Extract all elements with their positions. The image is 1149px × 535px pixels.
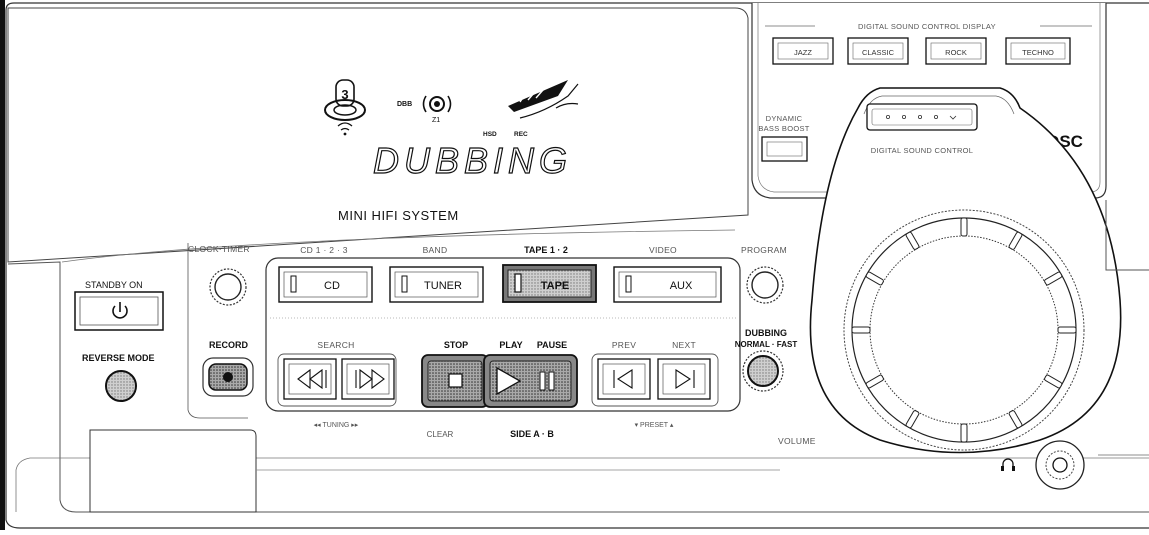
reverse-mode-label: REVERSE MODE (82, 353, 155, 363)
dbb-indicator: DBB (397, 101, 412, 108)
knob-grip (960, 217, 968, 237)
tuning-label: ◂◂ TUNING ▸▸ (314, 422, 359, 429)
surround-speaker-icon: Z1 (422, 95, 452, 124)
tuner-button-label: TUNER (424, 280, 462, 292)
volume-label: VOLUME (778, 436, 816, 446)
display-main-text: DUBBING (373, 140, 572, 181)
headphone-jack[interactable] (1035, 440, 1085, 490)
video-top-label: VIDEO (649, 245, 677, 255)
preset-classic-button[interactable]: CLASSIC (847, 37, 909, 65)
stop-button[interactable] (421, 354, 489, 408)
source-tape-button[interactable]: TAPE (502, 264, 597, 303)
next-button[interactable] (657, 358, 711, 400)
knob-grip (851, 326, 871, 334)
prev-button[interactable] (597, 358, 651, 400)
standby-label: STANDBY ON (85, 280, 143, 290)
search-forward-button[interactable] (341, 358, 395, 400)
dubbing-speed-label: NORMAL · FAST (735, 340, 798, 349)
product-label: MINI HIFI SYSTEM (338, 208, 459, 223)
hsd-indicator: HSD (483, 131, 497, 138)
tape-button-label: TAPE (541, 280, 570, 292)
record-dot-icon (223, 372, 233, 382)
bass-boost-label-1: DYNAMIC (766, 114, 803, 123)
record-label: RECORD (209, 340, 249, 350)
side-ab-label: SIDE A · B (510, 429, 554, 439)
prev-label: PREV (612, 340, 636, 350)
bass-boost-label-2: BASS BOOST (758, 124, 809, 133)
volume-knob[interactable] (843, 209, 1085, 451)
rec-indicator: REC (514, 131, 528, 138)
tape-reel-icon: 3 (324, 79, 366, 136)
svg-text:3: 3 (341, 87, 348, 102)
reverse-mode-button[interactable] (105, 370, 137, 402)
search-label: SEARCH (317, 340, 354, 350)
clock-timer-label: CLOCK·TIMER (188, 244, 250, 254)
aux-button-label: AUX (670, 280, 693, 292)
dubbing-button[interactable] (742, 350, 784, 392)
source-labels: CD 1 · 2 · 3 BAND TAPE 1 · 2 VIDEO (300, 245, 677, 255)
dsc-control-slider[interactable] (866, 103, 978, 131)
dsc-control-label: DIGITAL SOUND CONTROL (871, 146, 974, 155)
program-knob[interactable] (746, 266, 784, 304)
cd-button-label: CD (324, 280, 340, 292)
cd-top-label: CD 1 · 2 · 3 (300, 245, 348, 255)
record-button[interactable] (202, 357, 254, 397)
stop-icon (448, 373, 463, 388)
preset-rock-button[interactable]: ROCK (925, 37, 987, 65)
next-label: NEXT (672, 340, 696, 350)
clock-timer-knob[interactable] (209, 268, 247, 306)
headphone-icon (1001, 458, 1015, 471)
dsc-display-title: DIGITAL SOUND CONTROL DISPLAY (858, 22, 996, 31)
program-label: PROGRAM (741, 245, 787, 255)
dubbing-label: DUBBING (745, 328, 787, 338)
preset-techno-button[interactable]: TECHNO (1005, 37, 1071, 65)
bass-boost-button[interactable] (761, 136, 808, 162)
lcd-display: 3 DBB Z1 HSD REC DUBBING (324, 79, 579, 182)
play-label: PLAY (499, 340, 522, 350)
rock-label: ROCK (945, 48, 967, 57)
preset-label: ▾ PRESET ▴ (635, 422, 674, 429)
stop-label: STOP (444, 340, 468, 350)
band-top-label: BAND (423, 245, 448, 255)
level-meter-icon (508, 80, 579, 119)
techno-label: TECHNO (1022, 48, 1054, 57)
knob-grip (1057, 326, 1077, 334)
play-pause-button[interactable] (483, 354, 578, 408)
classic-label: CLASSIC (862, 48, 895, 57)
source-aux-button[interactable]: AUX (613, 266, 722, 303)
preset-jazz-button[interactable]: JAZZ (772, 37, 834, 65)
tape-top-label: TAPE 1 · 2 (524, 245, 568, 255)
hifi-front-panel: 3 DBB Z1 HSD REC DUBBING MINI HIFI SYSTE… (0, 0, 1149, 530)
jazz-label: JAZZ (794, 48, 812, 57)
svg-text:Z1: Z1 (432, 117, 440, 124)
source-tuner-button[interactable]: TUNER (389, 266, 484, 303)
search-back-button[interactable] (283, 358, 337, 400)
knob-grip (960, 423, 968, 443)
pause-label: PAUSE (537, 340, 567, 350)
source-cd-button[interactable]: CD (278, 266, 373, 303)
standby-button[interactable] (74, 291, 164, 331)
clear-label: CLEAR (427, 430, 454, 439)
